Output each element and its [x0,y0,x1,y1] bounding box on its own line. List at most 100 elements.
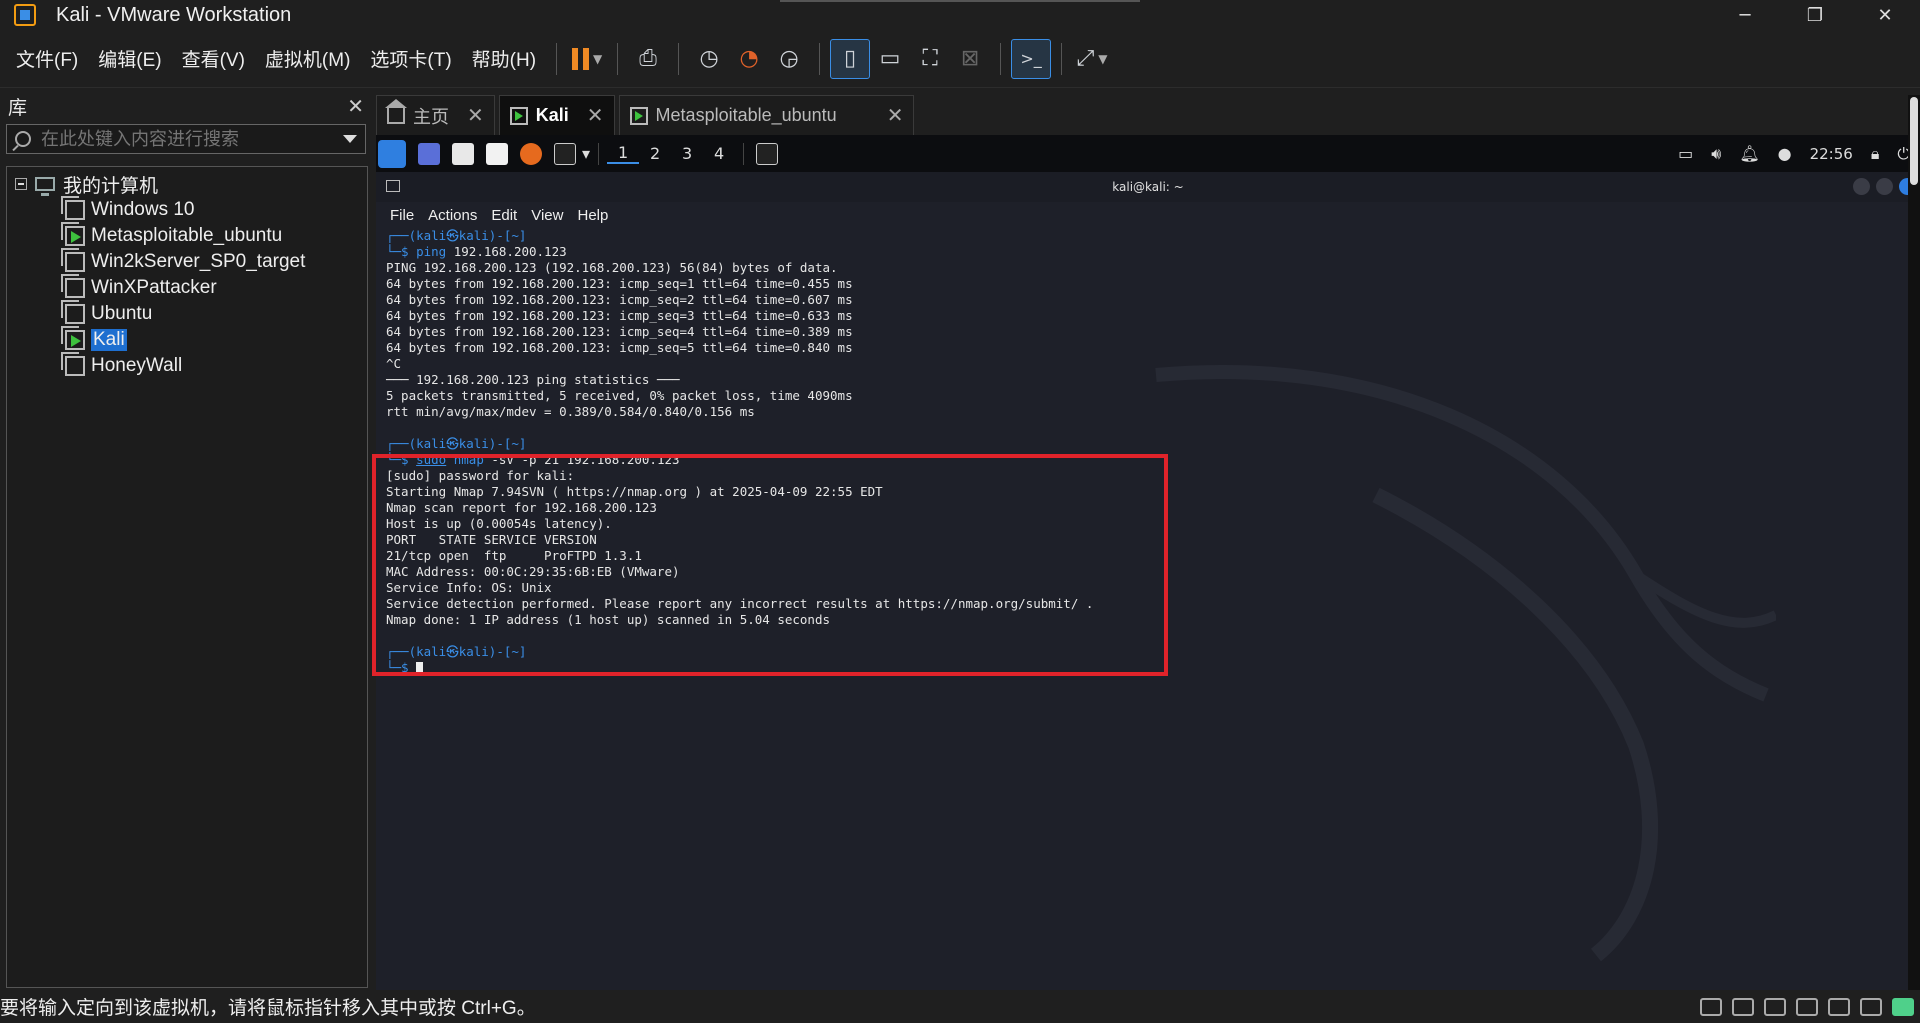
menu-tabs[interactable]: 选项卡(T) [360,45,461,72]
menu-edit[interactable]: 编辑(E) [88,45,171,72]
console-view-icon: >_ [1020,49,1042,68]
snapshot-manager-button[interactable]: ◶ [769,39,809,79]
tree-item-ubuntu[interactable]: Ubuntu [7,300,367,327]
fullscreen-button[interactable]: ⛶ [910,39,950,79]
tree-item-label: Windows 10 [91,199,195,220]
file-manager-icon[interactable] [452,142,474,165]
close-icon[interactable]: ✕ [467,103,484,128]
menu-view[interactable]: 查看(V) [172,45,255,72]
terminal-menu-file[interactable]: File [390,207,414,224]
output-line: 64 bytes from 192.168.200.123: icmp_seq=… [386,292,853,307]
window-title: Kali - VMware Workstation [56,3,292,26]
workspace-4[interactable]: 4 [703,144,735,163]
toolbar-separator [1000,42,1002,75]
tree-item-metasploitable[interactable]: Metasploitable_ubuntu [7,222,367,249]
tree-item-label: Kali [91,329,127,351]
menu-help[interactable]: 帮助(H) [462,45,546,72]
menu-vm[interactable]: 虚拟机(M) [255,45,360,72]
workspace-1[interactable]: 1 [607,143,640,164]
tab-metasploitable[interactable]: Metasploitable_ubuntu ✕ [618,95,915,135]
terminal-task-icon[interactable] [756,142,779,165]
snapshot-button[interactable]: ◷ [689,39,729,79]
library-view-icon: ▯ [844,46,857,71]
chevron-down-icon[interactable]: ▼ [593,52,602,66]
tree-item-win2kserver[interactable]: Win2kServer_SP0_target [7,248,367,275]
sound-card-icon[interactable] [1828,997,1850,1016]
terminal-menu-view[interactable]: View [531,207,563,224]
send-ctrl-alt-del-button[interactable]: ⎙ [628,39,668,79]
library-title: 库 [8,96,28,119]
workspace-3[interactable]: 3 [671,144,703,163]
stretch-button[interactable]: ⤢ ▼ [1072,39,1112,79]
snapshot-manager-icon: ◶ [779,46,799,71]
text-editor-icon[interactable] [486,142,508,165]
tab-home[interactable]: 主页 ✕ [376,95,495,135]
lock-icon[interactable]: 🔒︎ [1871,144,1880,164]
vm-icon [61,196,85,220]
terminal-maximize-button[interactable] [1876,178,1893,195]
usb-icon[interactable] [1860,997,1882,1016]
window-titlebar: Kali - VMware Workstation ─ ❐ ✕ [0,0,1920,30]
firefox-icon[interactable] [520,142,542,165]
search-input[interactable] [41,128,343,150]
toolbar-separator [617,42,619,75]
show-desktop-icon[interactable] [418,142,440,165]
minimize-button[interactable]: ─ [1710,0,1780,30]
library-search[interactable] [6,124,366,154]
search-icon [15,131,31,147]
thumbnail-bar-button[interactable]: ▭ [870,39,910,79]
chevron-down-icon[interactable] [343,135,357,143]
printer-icon[interactable] [1796,997,1818,1016]
terminal-minimize-button[interactable] [1853,178,1870,195]
panel-clock[interactable]: 22:56 [1810,145,1853,163]
workspace-2[interactable]: 2 [639,144,671,163]
revert-snapshot-button[interactable]: ◔ [729,39,769,79]
tree-root-label: 我的计算机 [63,175,159,197]
collapse-icon[interactable] [15,178,27,190]
chevron-down-icon[interactable]: ▾ [582,144,590,163]
tree-item-honeywall[interactable]: HoneyWall [7,352,367,379]
console-scrollbar[interactable] [1908,95,1920,990]
hard-disk-icon[interactable] [1700,997,1722,1016]
terminal-menu-help[interactable]: Help [577,207,608,224]
network-adapter-icon[interactable] [1764,997,1786,1016]
close-icon[interactable]: ✕ [587,103,604,128]
chevron-down-icon[interactable]: ▼ [1098,52,1107,66]
close-button[interactable]: ✕ [1850,0,1920,30]
tree-item-windows10[interactable]: Windows 10 [7,196,367,223]
console-view-button[interactable]: >_ [1011,38,1052,79]
display-icon[interactable]: ▭ [1678,144,1693,163]
library-view-button[interactable]: ▯ [830,38,871,79]
prompt-line: ┌──(kali㉿kali)-[~] [386,228,527,243]
tree-item-kali[interactable]: Kali [7,326,367,353]
maximize-button[interactable]: ❐ [1780,0,1850,30]
volume-icon[interactable]: 🔊︎ [1711,144,1721,164]
menu-file[interactable]: 文件(F) [6,45,88,72]
tree-item-winxpattacker[interactable]: WinXPattacker [7,274,367,301]
close-icon[interactable]: ✕ [887,103,904,128]
tab-kali[interactable]: Kali ✕ [498,95,615,135]
tab-label: 主页 [413,106,449,127]
close-icon[interactable]: ✕ [347,94,364,118]
output-line: rtt min/avg/max/mdev = 0.389/0.584/0.840… [386,404,755,419]
vm-tab-bar: 主页 ✕ Kali ✕ Metasploitable_ubuntu ✕ [376,95,915,135]
pause-button[interactable]: ▼ [567,39,607,79]
vm-icon [61,352,85,376]
computer-icon [35,177,55,196]
terminal-menu-edit[interactable]: Edit [491,207,517,224]
prompt-line: ┌──(kali㉿kali)-[~] [386,436,527,451]
command-name: ping [416,244,447,259]
terminal-menu-actions[interactable]: Actions [428,207,477,224]
unity-button[interactable]: ⊠ [950,39,990,79]
terminal-icon[interactable] [554,142,576,165]
message-log-icon[interactable] [1892,997,1914,1016]
scrollbar-thumb[interactable] [1910,97,1918,185]
snapshot-icon: ◷ [699,46,719,71]
output-line: 64 bytes from 192.168.200.123: icmp_seq=… [386,324,853,339]
output-line: 64 bytes from 192.168.200.123: icmp_seq=… [386,276,853,291]
kali-menu-icon[interactable] [378,139,406,168]
home-icon [385,98,407,124]
tree-root-my-computer[interactable]: 我的计算机 [7,171,367,197]
cd-rom-icon[interactable] [1732,997,1754,1016]
bell-icon[interactable]: 🔔︎ [1739,144,1759,163]
